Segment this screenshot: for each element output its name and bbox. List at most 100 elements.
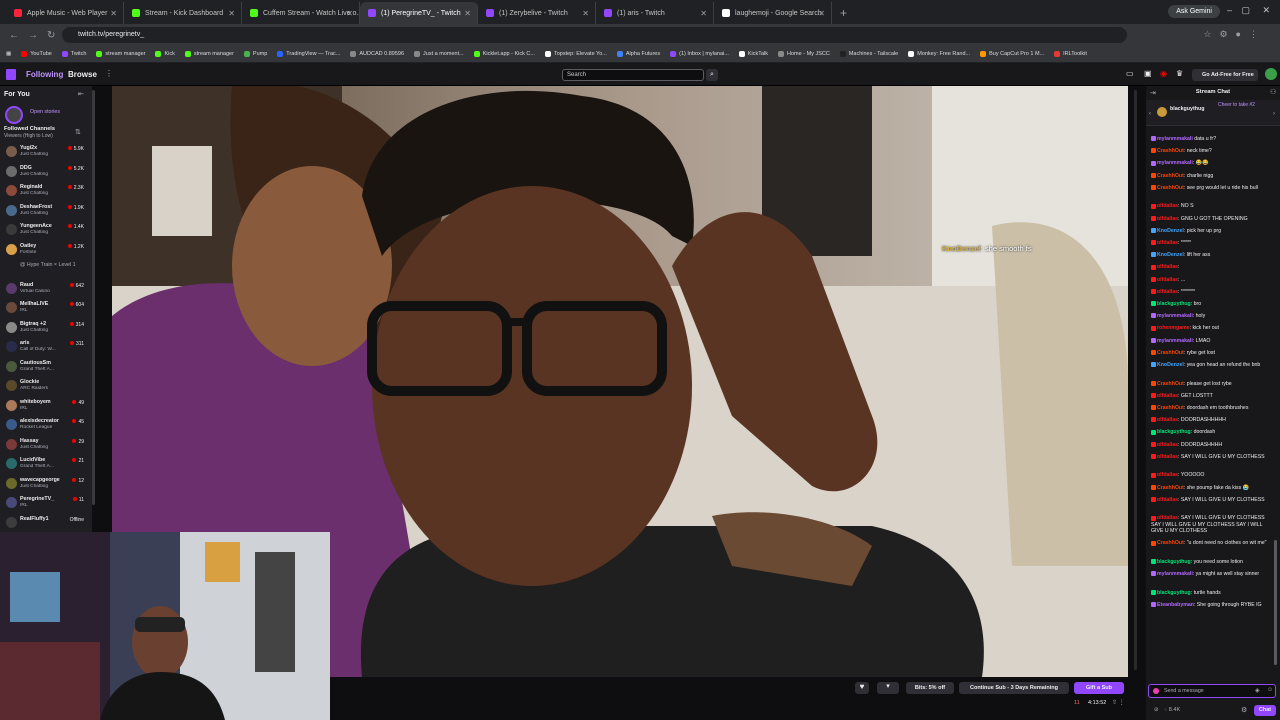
close-tab-icon[interactable]: ✕ (700, 9, 707, 18)
bookmark-item[interactable]: Home - My JSCC (778, 51, 830, 57)
sidebar-channel[interactable]: aris Call of Duty: W... 311 (0, 338, 92, 357)
sidebar-channel[interactable]: Glockie ARC Raiders (0, 377, 92, 396)
bookmark-item[interactable]: TradingView — Trac... (277, 51, 340, 57)
bookmark-item[interactable]: stream manager (96, 51, 145, 57)
sidebar-channel[interactable]: Hassay Just Chatting 29 (0, 436, 92, 455)
sidebar-channel[interactable]: LucidVibe Grand Theft A... 21 (0, 455, 92, 474)
chat-username[interactable]: olfdallas (1157, 393, 1178, 399)
inbox-icon[interactable]: ▭ (1126, 69, 1134, 78)
sort-icon[interactable]: ⇅ (75, 128, 81, 136)
go-ad-free-button[interactable]: Go Ad-Free for Free (1192, 69, 1258, 81)
whispers-icon[interactable]: ◉ (1160, 69, 1167, 78)
prev-icon[interactable]: ‹ (1149, 111, 1151, 117)
chat-username[interactable]: mylanmmakali (1157, 313, 1193, 319)
notifications-icon[interactable]: ▣ (1144, 69, 1152, 78)
bookmark-item[interactable]: Kick (155, 51, 175, 57)
apps-icon[interactable]: ▦ (6, 51, 11, 57)
reload-icon[interactable]: ↻ (47, 30, 55, 41)
bits-button[interactable]: Bits: 5% off (906, 682, 954, 694)
page-scrollbar[interactable] (1134, 90, 1137, 670)
sidebar-channel[interactable]: Oatley Fortnite 1.2K (0, 241, 92, 260)
chat-username[interactable]: mylanmmakali (1157, 160, 1193, 166)
close-window-icon[interactable]: ✕ (1262, 5, 1270, 16)
channel-points-icon[interactable]: ⊘ (1154, 707, 1159, 713)
close-tab-icon[interactable]: ✕ (110, 9, 117, 18)
sidebar-channel[interactable]: Bigtraq +2 Just Chatting 314 (0, 319, 92, 338)
browser-tab[interactable]: Stream - Kick Dashboard ✕ (124, 2, 242, 24)
chat-username[interactable]: olfdallas (1157, 277, 1178, 283)
back-icon[interactable]: ← (9, 30, 19, 41)
share-icon[interactable]: ⇧ ⋮ (1112, 699, 1125, 706)
chat-username[interactable]: olfdallas (1157, 515, 1178, 521)
chat-users-icon[interactable]: ⚇ (1270, 88, 1276, 96)
chat-username[interactable]: rohenmgame (1157, 325, 1190, 331)
chat-username[interactable]: olfdallas (1157, 216, 1178, 222)
browser-tab[interactable]: (1) Zerybelive - Twitch ✕ (478, 2, 596, 24)
open-stories-link[interactable]: Open stories (30, 109, 60, 115)
chat-username[interactable]: KnoDenzel (1157, 362, 1184, 368)
bookmark-item[interactable]: Alpha Futures (616, 51, 660, 57)
bookmark-item[interactable]: IRLToolkit (1054, 51, 1087, 57)
chat-scrollbar[interactable] (1274, 540, 1277, 665)
nav-following[interactable]: Following (26, 70, 63, 79)
chat-username[interactable]: CrashhOut (1157, 173, 1184, 179)
chat-input[interactable]: Send a message ◈ ☺ (1148, 684, 1276, 698)
maximize-icon[interactable]: ▢ (1241, 5, 1250, 16)
sidebar-channel[interactable]: DeshaeFrost Just Chatting 1.9K (0, 202, 92, 221)
chat-username[interactable]: blackguythug (1157, 429, 1191, 435)
chat-username[interactable]: blackguythug (1157, 590, 1191, 596)
next-icon[interactable]: › (1273, 111, 1275, 117)
close-tab-icon[interactable]: ✕ (464, 9, 471, 18)
chat-username[interactable]: blackguythug (1157, 301, 1191, 307)
sidebar-channel[interactable]: MellhaLIVE IRL 604 (0, 299, 92, 318)
collapse-sidebar-icon[interactable]: ⇤ (78, 90, 84, 98)
chat-username[interactable]: olfdallas (1157, 264, 1178, 270)
gift-sub-button[interactable]: Gift a Sub (1074, 682, 1124, 694)
close-tab-icon[interactable]: ✕ (818, 9, 825, 18)
chat-username[interactable]: CrashhOut (1157, 185, 1184, 191)
sidebar-channel[interactable]: Reginald Just Chatting 2.3K (0, 182, 92, 201)
minimize-icon[interactable]: – (1227, 5, 1232, 15)
chat-settings-icon[interactable]: ⚙ (1241, 706, 1247, 714)
sidebar-channel[interactable]: DDG Just Chatting 5.2K (0, 163, 92, 182)
ask-gemini-button[interactable]: Ask Gemini (1168, 5, 1220, 18)
chat-username[interactable]: CrashhOut (1157, 350, 1184, 356)
bookmark-item[interactable]: Pump (243, 51, 267, 57)
sidebar-channel[interactable]: alexisdecreator Rocket League 45 (0, 416, 92, 435)
sidebar-scrollbar[interactable] (92, 90, 95, 505)
chat-username[interactable]: Eteanbabyman (1157, 602, 1194, 608)
chat-username[interactable]: olfdallas (1157, 417, 1178, 423)
bookmark-item[interactable]: Kicklet.app - Kick C... (473, 51, 535, 57)
more-icon[interactable]: ⋮ (105, 69, 113, 78)
chat-username[interactable]: KnoDenzel (1157, 228, 1184, 234)
bookmark-item[interactable]: Just a moment... (414, 51, 464, 57)
new-tab-button[interactable]: + (832, 2, 855, 24)
chat-username[interactable]: olfdallas (1157, 289, 1178, 295)
emote-icon[interactable]: ☺ (1267, 687, 1273, 693)
bookmark-item[interactable]: KickTalk (738, 51, 768, 57)
chat-username[interactable]: CrashhOut (1157, 485, 1184, 491)
chat-username[interactable]: olfdallas (1157, 454, 1178, 460)
chat-username[interactable]: olfdallas (1157, 497, 1178, 503)
chat-username[interactable]: CrashhOut (1157, 381, 1184, 387)
chat-username[interactable]: blackguythug (1157, 559, 1191, 565)
chat-username[interactable]: CrashhOut (1157, 405, 1184, 411)
bookmark-item[interactable]: stream manager (184, 51, 234, 57)
continue-sub-button[interactable]: Continue Sub - 3 Days Remaining (959, 682, 1069, 694)
bits-icon[interactable]: ◈ (1255, 687, 1260, 694)
chat-username[interactable]: mylanmmakali (1157, 136, 1193, 142)
chat-username[interactable]: mylanmmakali (1157, 571, 1193, 577)
browser-tab[interactable]: Cuffem Stream - Watch Live o... ✕ (242, 2, 360, 24)
bookmark-item[interactable]: AUDCAD 0.89596 (350, 51, 404, 57)
bookmark-item[interactable]: Machines - Tailscale (839, 51, 898, 57)
close-tab-icon[interactable]: ✕ (346, 9, 353, 18)
sidebar-channel[interactable]: YungeenAce Just Chatting 1.4K (0, 221, 92, 240)
sidebar-channel[interactable]: Raud Virtual Casino 642 (0, 280, 92, 299)
sidebar-channel[interactable]: whiteboyem IRL 49 (0, 397, 92, 416)
close-tab-icon[interactable]: ✕ (582, 9, 589, 18)
toolbar-icons[interactable]: ☆⚙●⋮ (1203, 29, 1266, 40)
chat-username[interactable]: olfdallas (1157, 442, 1178, 448)
sidebar-channel[interactable]: RealFluffy1 Offline (0, 514, 92, 533)
chat-username[interactable]: olfdallas (1157, 240, 1178, 246)
sidebar-channel[interactable]: wavecapgeorge Just Chatting 12 (0, 475, 92, 494)
